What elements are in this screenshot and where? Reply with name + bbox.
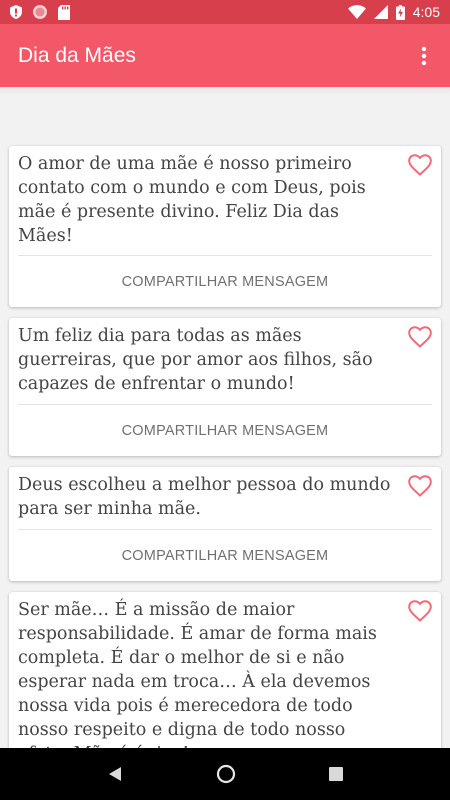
status-bar: 4:05 xyxy=(0,0,450,24)
heart-outline-icon xyxy=(408,600,432,622)
message-text: Deus escolheu a melhor pessoa do mundo p… xyxy=(18,475,391,519)
navigation-bar xyxy=(0,748,450,800)
share-message-button[interactable]: COMPARTILHAR MENSAGEM xyxy=(9,405,441,457)
status-time: 4:05 xyxy=(412,4,440,20)
wifi-icon xyxy=(347,5,366,19)
favorite-button[interactable] xyxy=(408,154,432,176)
battery-charging-icon xyxy=(395,4,405,20)
message-text: O amor de uma mãe é nosso primeiro conta… xyxy=(18,154,366,246)
app-bar: Dia da Mães xyxy=(0,24,450,87)
message-text: Um feliz dia para todas as mães guerreir… xyxy=(18,326,373,394)
status-left-icons xyxy=(10,4,70,20)
message-card: Deus escolheu a melhor pessoa do mundo p… xyxy=(9,467,441,581)
more-vert-icon xyxy=(421,46,427,65)
message-card: Um feliz dia para todas as mães guerreir… xyxy=(9,318,441,456)
shield-icon xyxy=(10,5,22,19)
heart-outline-icon xyxy=(408,326,432,348)
back-icon[interactable] xyxy=(107,766,123,782)
signal-icon xyxy=(373,5,388,19)
app-title: Dia da Mães xyxy=(18,43,136,67)
heart-outline-icon xyxy=(408,154,432,176)
overflow-menu-button[interactable] xyxy=(412,44,436,68)
share-message-button[interactable]: COMPARTILHAR MENSAGEM xyxy=(9,530,441,582)
status-right-icons: 4:05 xyxy=(347,4,440,20)
message-card: O amor de uma mãe é nosso primeiro conta… xyxy=(9,146,441,307)
heart-outline-icon xyxy=(408,475,432,497)
recents-icon[interactable] xyxy=(329,767,344,781)
message-text: Ser mãe… É a missão de maior responsabil… xyxy=(18,600,377,748)
sd-card-icon xyxy=(58,4,70,20)
favorite-button[interactable] xyxy=(408,475,432,497)
message-card: Ser mãe… É a missão de maior responsabil… xyxy=(9,592,441,748)
favorite-button[interactable] xyxy=(408,600,432,622)
share-message-button[interactable]: COMPARTILHAR MENSAGEM xyxy=(9,256,441,308)
favorite-button[interactable] xyxy=(408,326,432,348)
message-list[interactable]: O amor de uma mãe é nosso primeiro conta… xyxy=(0,87,450,748)
home-icon[interactable] xyxy=(216,764,236,784)
record-icon xyxy=(33,5,47,19)
